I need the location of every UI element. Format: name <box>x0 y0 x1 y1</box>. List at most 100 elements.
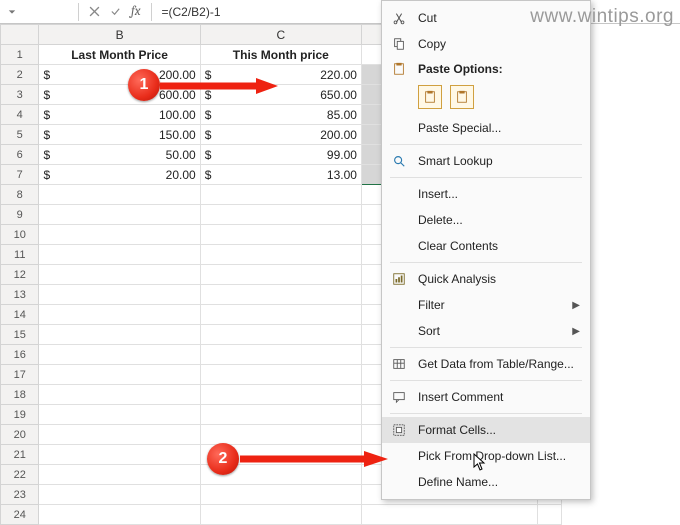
cell[interactable] <box>39 305 200 325</box>
row-header[interactable]: 11 <box>1 245 39 265</box>
cell[interactable] <box>200 485 361 505</box>
paste-values-button[interactable] <box>450 85 474 109</box>
menu-copy[interactable]: Copy <box>382 31 590 57</box>
row-header[interactable]: 15 <box>1 325 39 345</box>
row-header[interactable]: 9 <box>1 205 39 225</box>
separator <box>390 177 582 178</box>
row-header[interactable]: 18 <box>1 385 39 405</box>
cell[interactable]: $200.00 <box>39 65 200 85</box>
menu-filter[interactable]: Filter▶ <box>382 292 590 318</box>
cell[interactable]: $13.00 <box>200 165 361 185</box>
row-header[interactable]: 3 <box>1 85 39 105</box>
row-header[interactable]: 12 <box>1 265 39 285</box>
cell[interactable]: $50.00 <box>39 145 200 165</box>
cell[interactable] <box>39 225 200 245</box>
cell[interactable] <box>200 245 361 265</box>
watermark: www.wintips.org <box>530 6 674 28</box>
cell[interactable] <box>39 325 200 345</box>
cell[interactable]: $650.00 <box>200 85 361 105</box>
cell[interactable] <box>39 265 200 285</box>
paste-button[interactable] <box>418 85 442 109</box>
cell[interactable] <box>200 405 361 425</box>
separator <box>390 144 582 145</box>
row-header[interactable]: 2 <box>1 65 39 85</box>
menu-sort[interactable]: Sort▶ <box>382 318 590 344</box>
cell[interactable] <box>200 345 361 365</box>
cell[interactable] <box>39 365 200 385</box>
quick-analysis-icon <box>390 270 408 288</box>
separator <box>390 347 582 348</box>
row-header[interactable]: 23 <box>1 485 39 505</box>
cell[interactable]: $85.00 <box>200 105 361 125</box>
select-all-corner[interactable] <box>1 25 39 45</box>
menu-define-name[interactable]: Define Name... <box>382 469 590 495</box>
cell[interactable] <box>39 445 200 465</box>
menu-get-data[interactable]: Get Data from Table/Range... <box>382 351 590 377</box>
menu-insert-comment[interactable]: Insert Comment <box>382 384 590 410</box>
row-header[interactable]: 14 <box>1 305 39 325</box>
row-header[interactable]: 21 <box>1 445 39 465</box>
row-header[interactable]: 4 <box>1 105 39 125</box>
cell[interactable]: $99.00 <box>200 145 361 165</box>
cell[interactable]: $20.00 <box>39 165 200 185</box>
cell[interactable]: $200.00 <box>200 125 361 145</box>
row-header[interactable]: 8 <box>1 185 39 205</box>
cell[interactable] <box>39 425 200 445</box>
enter-icon[interactable] <box>110 6 121 17</box>
row-header[interactable]: 19 <box>1 405 39 425</box>
cell[interactable] <box>39 205 200 225</box>
row-header[interactable]: 24 <box>1 505 39 525</box>
row-header[interactable]: 20 <box>1 425 39 445</box>
row-header[interactable]: 5 <box>1 125 39 145</box>
cell[interactable] <box>39 485 200 505</box>
cell[interactable] <box>200 305 361 325</box>
menu-quick-analysis[interactable]: Quick Analysis <box>382 266 590 292</box>
cell[interactable] <box>200 325 361 345</box>
cell[interactable] <box>200 385 361 405</box>
menu-clear-contents[interactable]: Clear Contents <box>382 233 590 259</box>
cell[interactable] <box>39 405 200 425</box>
row-header[interactable]: 7 <box>1 165 39 185</box>
menu-smart-lookup[interactable]: Smart Lookup <box>382 148 590 174</box>
menu-label: Insert Comment <box>418 390 580 404</box>
cell[interactable] <box>39 245 200 265</box>
cell[interactable] <box>361 505 537 525</box>
row-header[interactable]: 10 <box>1 225 39 245</box>
cell[interactable] <box>200 425 361 445</box>
cell[interactable]: $150.00 <box>39 125 200 145</box>
header-cell[interactable]: This Month price <box>200 45 361 65</box>
name-box[interactable] <box>8 8 68 16</box>
header-cell[interactable]: Last Month Price <box>39 45 200 65</box>
row-header[interactable]: 22 <box>1 465 39 485</box>
row-header[interactable]: 1 <box>1 45 39 65</box>
cell[interactable] <box>200 225 361 245</box>
menu-paste-special[interactable]: Paste Special... <box>382 115 590 141</box>
menu-format-cells[interactable]: Format Cells... <box>382 417 590 443</box>
cell[interactable] <box>39 345 200 365</box>
cell[interactable]: $600.00 <box>39 85 200 105</box>
cell[interactable] <box>200 365 361 385</box>
menu-delete[interactable]: Delete... <box>382 207 590 233</box>
cell[interactable] <box>39 185 200 205</box>
cell[interactable] <box>200 185 361 205</box>
cancel-icon[interactable] <box>89 6 100 17</box>
row-header[interactable]: 17 <box>1 365 39 385</box>
cell[interactable] <box>39 285 200 305</box>
cell[interactable] <box>39 385 200 405</box>
col-header-c[interactable]: C <box>200 25 361 45</box>
cell[interactable] <box>537 505 561 525</box>
cell[interactable] <box>200 265 361 285</box>
cell[interactable]: $220.00 <box>200 65 361 85</box>
col-header-b[interactable]: B <box>39 25 200 45</box>
cell[interactable] <box>39 465 200 485</box>
fx-icon[interactable]: fx <box>131 4 141 19</box>
row-header[interactable]: 16 <box>1 345 39 365</box>
cell[interactable] <box>200 505 361 525</box>
row-header[interactable]: 13 <box>1 285 39 305</box>
cell[interactable] <box>200 285 361 305</box>
cell[interactable] <box>39 505 200 525</box>
row-header[interactable]: 6 <box>1 145 39 165</box>
cell[interactable] <box>200 205 361 225</box>
cell[interactable]: $100.00 <box>39 105 200 125</box>
menu-insert[interactable]: Insert... <box>382 181 590 207</box>
